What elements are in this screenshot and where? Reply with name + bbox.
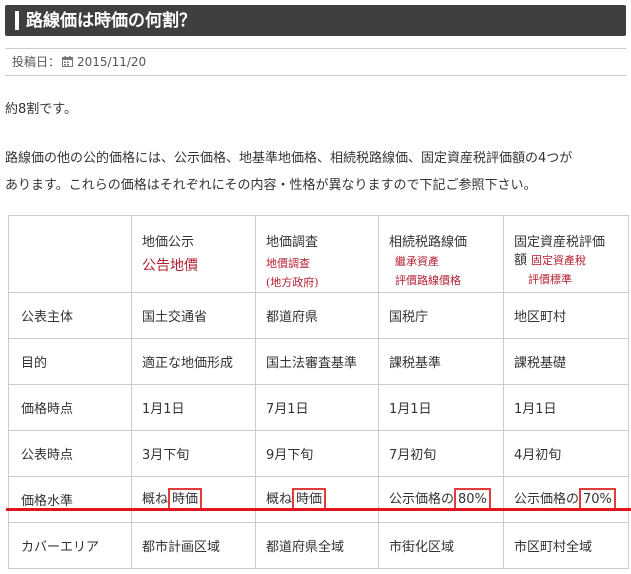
article-title-bar: 路線価は時価の何割？ <box>5 5 626 36</box>
table-cell: 1月1日 <box>131 384 256 431</box>
table-row: 公表主体 国土交通省 都道府県 国税庁 地区町村 <box>8 292 629 339</box>
row-label: 公表主体 <box>8 292 132 339</box>
row-label: 価格水準 <box>8 476 132 523</box>
handwritten-annotation: 公告地價 <box>142 258 198 274</box>
handwritten-annotation: 地價調查 <box>266 257 310 270</box>
article-title: 路線価は時価の何割？ <box>26 11 196 31</box>
red-underline-marker <box>6 508 631 511</box>
table-row: 公表時点 3月下旬 9月下旬 7月初旬 4月初旬 <box>8 430 629 477</box>
table-cell: 7月1日 <box>255 384 379 431</box>
table-cell: 地区町村 <box>503 292 629 339</box>
table-cell: 市街化区域 <box>378 522 504 569</box>
row-label: カバーエリア <box>8 522 132 569</box>
table-cell: 都市計画区域 <box>131 522 256 569</box>
table-cell: 4月初旬 <box>503 430 629 477</box>
table-cell: 国税庁 <box>378 292 504 339</box>
handwritten-annotation: 繼承資產 <box>395 255 439 268</box>
post-meta: 投稿日： 2015/11/20 <box>5 48 626 76</box>
body-paragraph-line-1: 路線価の他の公的価格には、公示価格、地基準地価格、相続税路線価、固定資産税評価額… <box>5 151 573 166</box>
answer-paragraph: 約8割です。 <box>5 102 77 117</box>
table-cell: 課税基礎 <box>503 338 629 385</box>
price-level-row: 価格水準 概ね 時価 概ね 時価 公示価格の 80% 公示価格の 70% <box>8 476 629 523</box>
table-row: 価格時点 1月1日 7月1日 1月1日 1月1日 <box>8 384 629 431</box>
row-label: 公表時点 <box>8 430 132 477</box>
row-label: 価格時点 <box>8 384 132 431</box>
table-cell: 都道府県全域 <box>255 522 379 569</box>
table-cell: 概ね 時価 <box>255 476 379 523</box>
header-cell-empty <box>8 215 132 293</box>
table-cell: 概ね 時価 <box>131 476 256 523</box>
handwritten-annotation: 評價路線價格 <box>395 274 461 287</box>
header-cell: 固定資産税評価 額固定資產稅 評價標準 <box>503 215 629 293</box>
table-cell: 7月初旬 <box>378 430 504 477</box>
header-cell: 相続税路線価 繼承資產 評價路線價格 <box>378 215 504 293</box>
header-cell: 地価調査 地價調查 (地方政府) <box>255 215 379 293</box>
title-accent-bar <box>15 11 19 30</box>
calendar-icon <box>62 56 74 67</box>
table-cell: 1月1日 <box>378 384 504 431</box>
table-cell: 国土法審査基準 <box>255 338 379 385</box>
table-cell: 9月下旬 <box>255 430 379 477</box>
table-cell: 公示価格の 70% <box>503 476 629 523</box>
table-header-row: 地価公示 公告地價 地価調査 地價調查 (地方政府) 相続税路線価 繼承資產 評… <box>8 215 629 293</box>
posted-label: 投稿日： <box>12 55 61 69</box>
table-cell: 国土交通省 <box>131 292 256 339</box>
table-row: 目的 適正な地価形成 国土法審査基準 課税基準 課税基礎 <box>8 338 629 385</box>
public-price-comparison-table: 地価公示 公告地價 地価調査 地價調查 (地方政府) 相続税路線価 繼承資產 評… <box>8 215 629 569</box>
table-row: カバーエリア 都市計画区域 都道府県全域 市街化区域 市区町村全域 <box>8 522 629 569</box>
handwritten-annotation: 評價標準 <box>528 273 572 286</box>
table-cell: 市区町村全域 <box>503 522 629 569</box>
body-paragraph-line-2: あります。これらの価格はそれぞれにその内容・性格が異なりますので下記ご参照下さい… <box>5 178 537 193</box>
handwritten-annotation: 固定資產稅 <box>531 254 587 267</box>
table-cell: 3月下旬 <box>131 430 256 477</box>
table-cell: 都道府県 <box>255 292 379 339</box>
handwritten-annotation: (地方政府) <box>266 276 319 289</box>
table-cell: 課税基準 <box>378 338 504 385</box>
table-cell: 適正な地価形成 <box>131 338 256 385</box>
post-date: 2015/11/20 <box>77 55 147 69</box>
header-cell: 地価公示 公告地價 <box>131 215 256 293</box>
table-cell: 1月1日 <box>503 384 629 431</box>
row-label: 目的 <box>8 338 132 385</box>
table-cell: 公示価格の 80% <box>378 476 504 523</box>
